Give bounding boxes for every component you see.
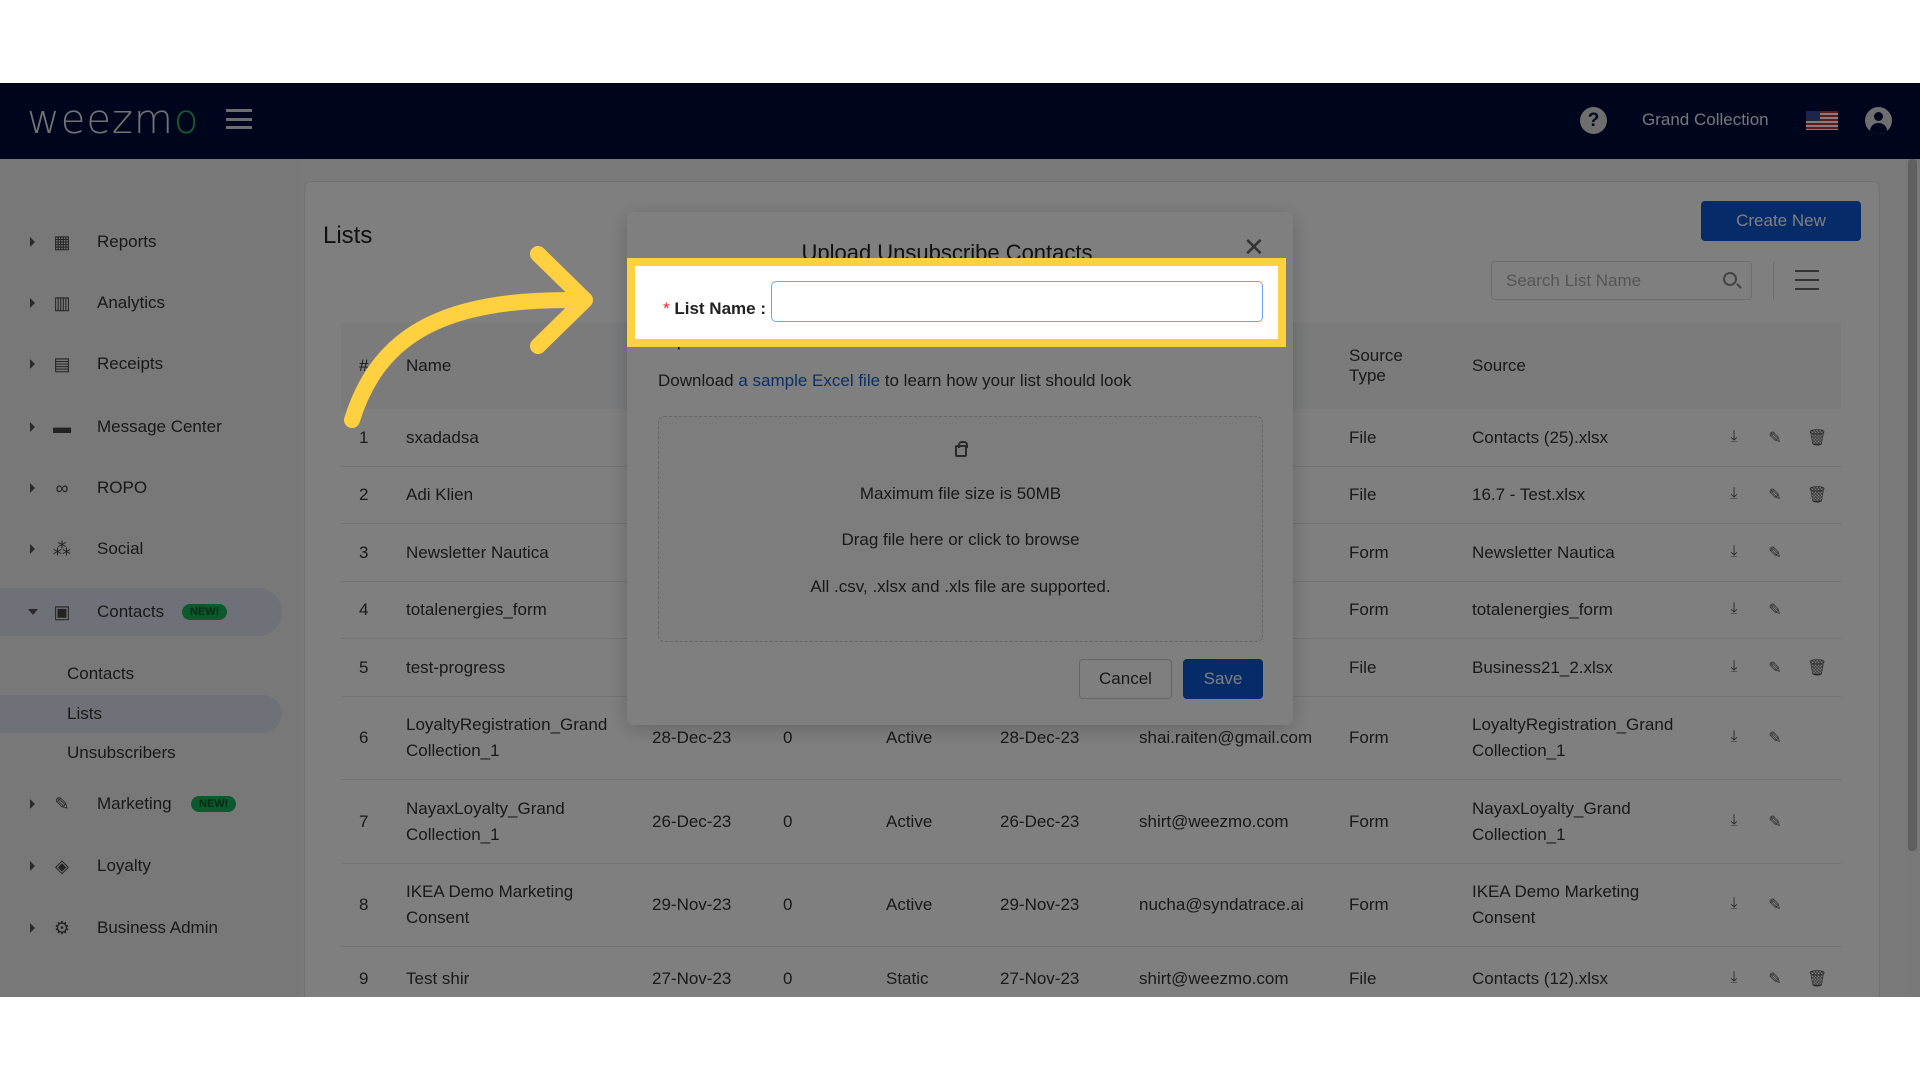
highlight-box: * List Name : bbox=[627, 258, 1286, 347]
list-name-label-text: List Name : bbox=[674, 299, 766, 318]
list-name-input[interactable] bbox=[771, 281, 1263, 322]
required-mark: * bbox=[663, 299, 670, 318]
dim-overlay bbox=[0, 83, 1920, 997]
list-name-label: * List Name : bbox=[663, 299, 766, 319]
